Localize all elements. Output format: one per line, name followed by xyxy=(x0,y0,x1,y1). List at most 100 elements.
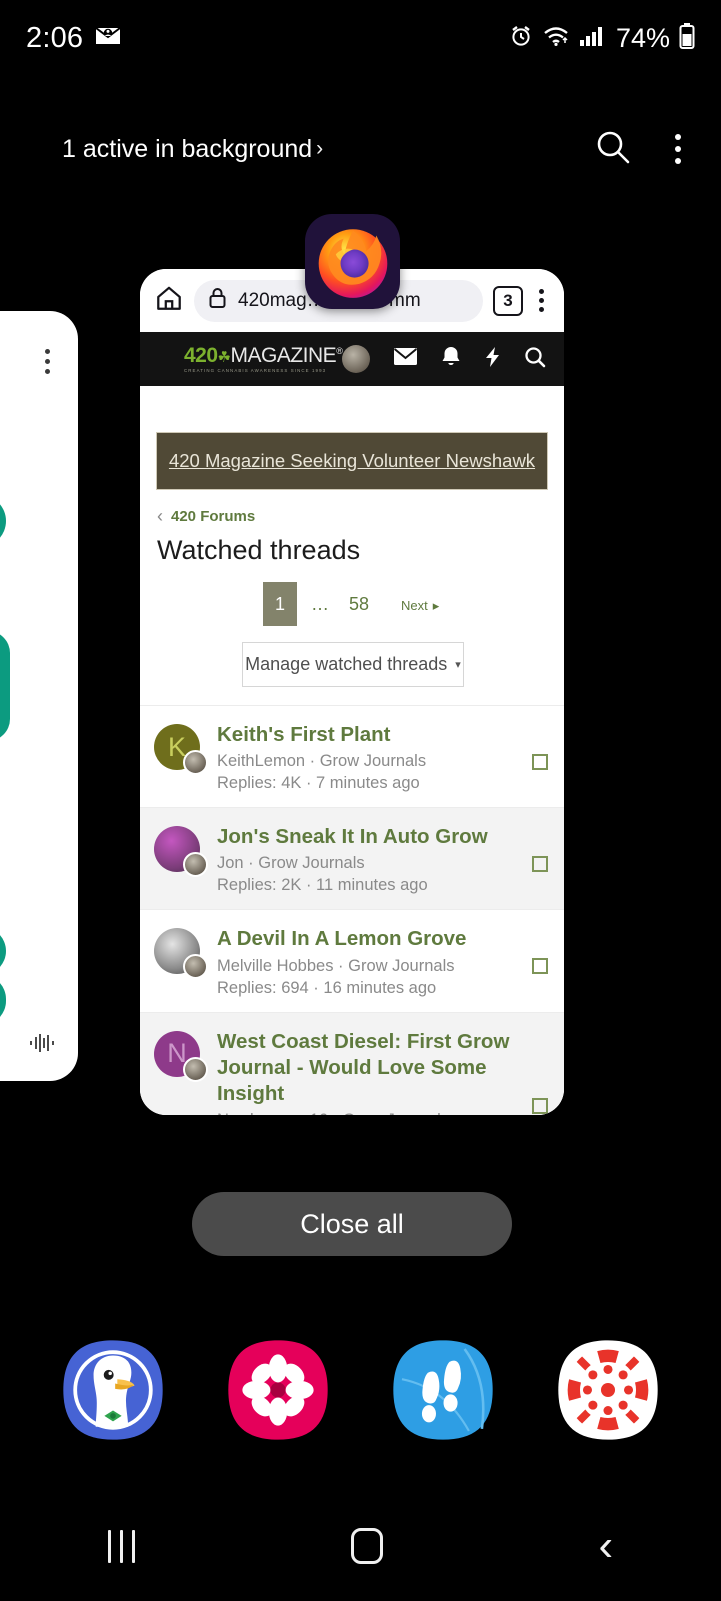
audio-waveform-icon[interactable] xyxy=(28,1032,58,1060)
site-logo-text: 420☘MAGAZINE® xyxy=(184,344,343,367)
site-header-icons xyxy=(342,345,546,373)
thread-meta: Melville Hobbes · Grow Journals xyxy=(217,956,455,975)
thread-title[interactable]: Jon's Sneak It In Auto Grow xyxy=(217,824,510,850)
recents-card-messaging[interactable]: PM ctly o ed PM Lol help ☺ xyxy=(0,311,78,1081)
thread-row[interactable]: N West Coast Diesel: First Grow Journal … xyxy=(140,1011,564,1115)
home-icon[interactable] xyxy=(154,283,184,318)
notice-banner[interactable]: 420 Magazine Seeking Volunteer Newshawk xyxy=(156,432,548,490)
site-logo[interactable]: 420☘MAGAZINE® CREATING CANNABIS AWARENES… xyxy=(184,344,343,373)
search-icon[interactable] xyxy=(593,127,633,172)
envelope-icon xyxy=(95,25,121,52)
chat-bubble: help xyxy=(0,975,6,1025)
recents-icon[interactable] xyxy=(107,1529,135,1563)
envelope-icon[interactable] xyxy=(393,347,418,371)
thread-title[interactable]: Keith's First Plant xyxy=(217,722,510,748)
page-next-label: Next xyxy=(401,597,428,613)
status-bar-left: 2:06 xyxy=(26,22,121,55)
banner-zone: 420 Magazine Seeking Volunteer Newshawk xyxy=(140,386,564,490)
battery-icon xyxy=(679,22,695,54)
breadcrumb-label[interactable]: 420 Forums xyxy=(171,508,255,525)
recents-card-deck: PM ctly o ed PM Lol help ☺ xyxy=(0,205,721,1125)
page-next-button[interactable]: Next ▸ xyxy=(375,594,439,615)
next-arrow-icon: ▸ xyxy=(432,597,440,613)
thread-body: West Coast Diesel: First Grow Journal - … xyxy=(200,1029,550,1115)
chevron-left-icon: ‹ xyxy=(157,506,163,526)
thread-row[interactable]: K Keith's First Plant KeithLemon · Grow … xyxy=(140,705,564,807)
background-apps-button[interactable]: 1 active in background › xyxy=(62,135,323,164)
thread-title[interactable]: A Devil In A Lemon Grove xyxy=(217,926,510,952)
app-dock xyxy=(0,1335,721,1445)
user-avatar[interactable] xyxy=(342,345,371,373)
site-header: 420☘MAGAZINE® CREATING CANNABIS AWARENES… xyxy=(140,332,564,386)
thread-checkbox[interactable] xyxy=(532,1097,548,1114)
thread-meta: Jon · Grow Journals xyxy=(217,854,365,873)
bell-icon[interactable] xyxy=(441,346,461,373)
page-current[interactable]: 1 xyxy=(263,582,297,626)
thread-stats: Replies: 694 · 16 minutes ago xyxy=(217,978,437,997)
pagination: 1 … 58 Next ▸ xyxy=(140,566,564,626)
avatar-badge xyxy=(183,1056,208,1082)
cellular-signal-icon xyxy=(579,25,605,52)
thread-stats: Replies: 4K · 7 minutes ago xyxy=(217,774,420,793)
avatar[interactable] xyxy=(154,928,208,980)
browser-menu-icon[interactable] xyxy=(533,289,550,312)
page-ellipsis: … xyxy=(311,593,329,614)
system-navigation-bar: ‹ xyxy=(0,1511,721,1581)
chevron-down-icon: ▾ xyxy=(455,659,461,671)
lock-icon xyxy=(208,287,227,314)
thread-checkbox[interactable] xyxy=(532,856,548,873)
duckduckgo-app-icon[interactable] xyxy=(59,1336,167,1444)
manage-watched-threads-button[interactable]: Manage watched threads ▾ xyxy=(242,642,464,687)
page-last[interactable]: 58 xyxy=(343,594,375,615)
thread-title[interactable]: West Coast Diesel: First Grow Journal - … xyxy=(217,1029,510,1108)
battery-percent: 74% xyxy=(615,22,670,53)
logo-magazine: MAGAZINE xyxy=(230,344,337,367)
samsung-health-app-icon[interactable] xyxy=(389,1336,497,1444)
wifi-icon xyxy=(542,25,570,52)
chevron-right-icon: › xyxy=(316,137,324,160)
back-icon[interactable]: ‹ xyxy=(598,1524,613,1568)
leaf-icon: ☘ xyxy=(217,349,231,366)
home-icon[interactable] xyxy=(350,1528,383,1564)
notice-banner-link[interactable]: 420 Magazine Seeking Volunteer Newshawk xyxy=(169,450,535,472)
thread-meta: Newbgrower16 · Grow Journals xyxy=(217,1111,510,1115)
close-all-button[interactable]: Close all xyxy=(192,1192,512,1256)
thread-checkbox[interactable] xyxy=(532,754,548,770)
thread-meta: KeithLemon · Grow Journals xyxy=(217,752,427,771)
site-logo-tagline: CREATING CANNABIS AWARENESS SINCE 1993 xyxy=(184,368,327,373)
thread-body: Keith's First Plant KeithLemon · Grow Jo… xyxy=(200,722,550,793)
chat-bubble: Lol xyxy=(0,927,6,975)
status-bar: 2:06 74% xyxy=(0,0,721,76)
page-title: Watched threads xyxy=(157,535,361,565)
chat-bubble: ctly xyxy=(0,495,6,547)
message-input-row: ☺ xyxy=(0,1029,78,1063)
more-vertical-icon[interactable] xyxy=(669,134,687,164)
page-content: 420 Magazine Seeking Volunteer Newshawk … xyxy=(140,386,564,1115)
status-bar-right: 74% xyxy=(509,22,695,54)
firefox-icon xyxy=(305,214,400,309)
tab-counter-button[interactable]: 3 xyxy=(493,285,523,316)
lightning-bolt-icon[interactable] xyxy=(484,346,501,373)
recents-actions xyxy=(593,127,687,172)
avatar-badge xyxy=(183,750,208,775)
watched-threads-list: K Keith's First Plant KeithLemon · Grow … xyxy=(140,705,564,1115)
thread-checkbox[interactable] xyxy=(532,958,548,975)
thread-stats: Replies: 2K · 11 minutes ago xyxy=(217,876,428,895)
logo-420: 420 xyxy=(184,344,218,367)
canvas-app-icon[interactable] xyxy=(554,1336,662,1444)
alarm-icon xyxy=(509,24,533,53)
avatar[interactable] xyxy=(154,826,208,878)
status-time: 2:06 xyxy=(26,21,84,54)
thread-row[interactable]: A Devil In A Lemon Grove Melville Hobbes… xyxy=(140,909,564,1011)
avatar[interactable]: N xyxy=(154,1030,208,1082)
more-vertical-icon[interactable] xyxy=(45,349,50,374)
recents-header: 1 active in background › xyxy=(0,114,721,184)
thread-row[interactable]: Jon's Sneak It In Auto Grow Jon · Grow J… xyxy=(140,807,564,910)
recents-card-firefox[interactable]: 420mag………/comm 3 420☘MAGAZINE® CREATING … xyxy=(140,269,564,1115)
breadcrumb[interactable]: ‹ 420 Forums xyxy=(140,490,564,527)
search-icon[interactable] xyxy=(524,346,546,373)
android-recents-screen: 2:06 74% 1 active in background › 3 420☘… xyxy=(0,0,721,1601)
gallery-app-icon[interactable] xyxy=(224,1336,332,1444)
background-apps-label: 1 active in background xyxy=(62,134,313,163)
avatar[interactable]: K xyxy=(154,724,208,775)
